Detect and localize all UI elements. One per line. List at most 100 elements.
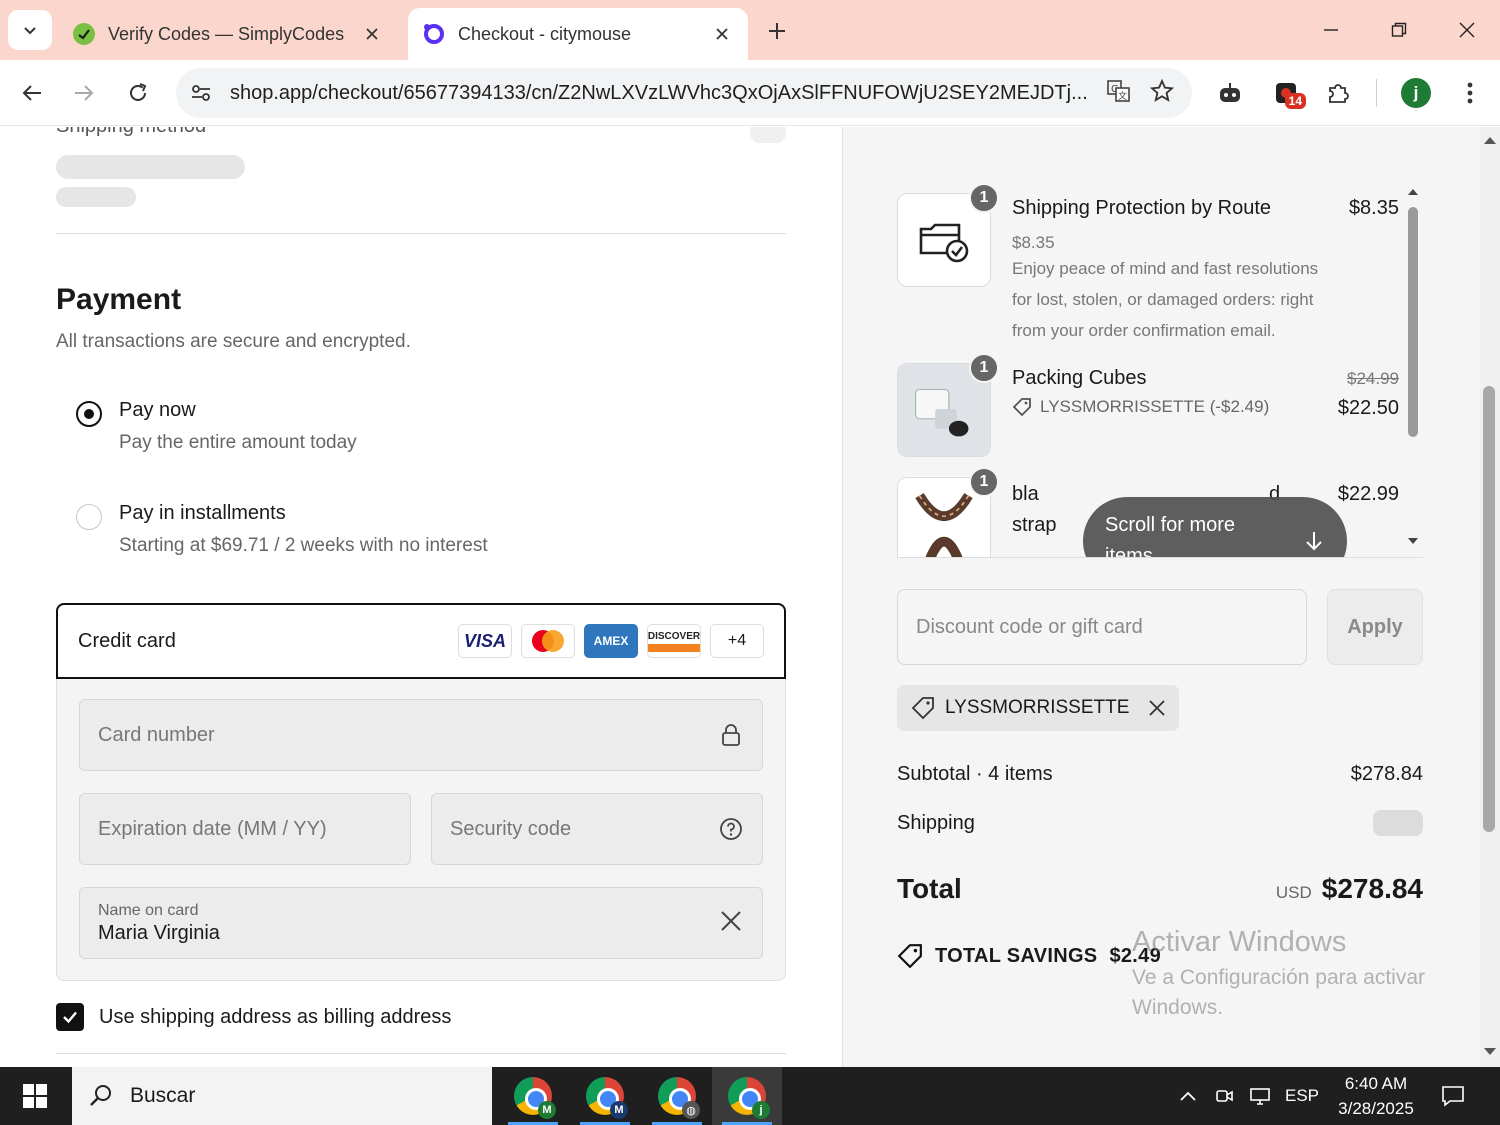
plus-icon	[769, 23, 785, 39]
shipping-row: Shipping	[897, 810, 1423, 836]
tray-network[interactable]	[1244, 1067, 1276, 1125]
chrome-icon: M	[586, 1077, 628, 1119]
chevron-down-icon	[24, 27, 36, 35]
shop-favicon-icon	[424, 24, 444, 44]
new-tab-button[interactable]	[760, 14, 794, 48]
reload-icon	[130, 83, 147, 101]
applied-code-text: LYSSMORRISSETTE	[945, 697, 1130, 718]
line-items-list[interactable]: 1 Shipping Protection by Route $8.35 $8.…	[897, 183, 1423, 557]
shipping-method-toggle[interactable]	[750, 127, 786, 143]
card-brands: VISA AMEX DISCOVER +4	[458, 624, 784, 658]
tab-title: Verify Codes — SimplyCodes	[108, 23, 345, 44]
discover-logo: DISCOVER	[647, 624, 701, 658]
arrow-left-icon	[22, 85, 41, 101]
bookmark-star-icon[interactable]	[1149, 78, 1175, 108]
line-item: 1 Shipping Protection by Route $8.35 $8.…	[897, 183, 1407, 353]
close-tab-icon[interactable]	[710, 22, 734, 46]
items-scrollbar-thumb[interactable]	[1408, 207, 1418, 437]
payment-title: Payment	[56, 283, 182, 316]
savings-label: TOTAL SAVINGS	[935, 944, 1098, 967]
taskbar-chrome-profile-m[interactable]: M	[498, 1067, 568, 1125]
notification-center-button[interactable]	[1430, 1067, 1476, 1125]
taskbar-chrome-profile-m2[interactable]: M	[570, 1067, 640, 1125]
browser-menu-button[interactable]	[1450, 73, 1490, 113]
page-scrollbar-thumb[interactable]	[1483, 386, 1495, 832]
scroll-up-icon[interactable]	[1406, 185, 1420, 197]
apply-button[interactable]: Apply	[1327, 589, 1423, 665]
item-price: $8.35	[1348, 197, 1399, 219]
package-protection-icon	[919, 223, 969, 263]
url-text[interactable]: shop.app/checkout/65677394133/cn/Z2NwLXV…	[230, 82, 1106, 105]
total-value: $278.84	[1321, 873, 1423, 904]
reload-button[interactable]	[118, 73, 158, 113]
shipping-method-heading: Shipping method	[56, 127, 206, 138]
back-button[interactable]	[12, 73, 52, 113]
total-value-group: USD $278.84	[1276, 873, 1423, 905]
tab-checkout[interactable]: Checkout - citymouse	[408, 8, 748, 60]
tray-overflow-button[interactable]	[1172, 1067, 1204, 1125]
loading-skeleton	[56, 155, 245, 179]
billing-checkbox[interactable]	[56, 1003, 84, 1031]
more-brands: +4	[710, 624, 764, 658]
billing-label: Use shipping address as billing address	[99, 1005, 452, 1028]
item-name-line2: strap	[1012, 514, 1057, 536]
tab-search-button[interactable]	[8, 10, 52, 50]
scroll-for-more-button[interactable]: Scroll for more items	[1083, 497, 1347, 557]
name-on-card-field[interactable]: Name on card Maria Virginia	[79, 887, 763, 959]
billing-address-checkbox-row[interactable]: Use shipping address as billing address	[56, 1003, 451, 1031]
subtotal-row: Subtotal · 4 items $278.84	[897, 763, 1423, 786]
taskbar-search[interactable]: Buscar	[72, 1067, 492, 1125]
security-code-field[interactable]: Security code	[431, 793, 763, 865]
scroll-down-icon[interactable]	[1480, 1045, 1500, 1059]
scroll-hint-text: Scroll for more items	[1105, 514, 1236, 557]
start-button[interactable]	[0, 1067, 70, 1125]
remove-code-icon[interactable]	[1149, 700, 1166, 716]
credit-card-label: Credit card	[78, 629, 176, 652]
quantity-badge: 1	[969, 353, 999, 383]
taskbar-clock[interactable]: 6:40 AM 3/28/2025	[1330, 1071, 1422, 1121]
savings-value: $2.49	[1109, 944, 1161, 967]
expiration-date-field[interactable]: Expiration date (MM / YY)	[79, 793, 411, 865]
clear-icon[interactable]	[720, 910, 742, 938]
tag-icon	[1012, 398, 1031, 417]
translate-icon[interactable]: G文	[1106, 78, 1132, 109]
close-window-button[interactable]	[1442, 10, 1492, 50]
amex-logo: AMEX	[584, 624, 638, 658]
pay-installments-radio[interactable]	[76, 504, 102, 530]
shipping-loading-skeleton	[1373, 810, 1423, 836]
windows-taskbar: Buscar M M ◍ j ESP 6:40 AM 3/28/2025	[0, 1067, 1500, 1125]
restore-button[interactable]	[1374, 10, 1424, 50]
chrome-icon: M	[514, 1077, 556, 1119]
notifications-extension-button[interactable]: 14	[1266, 73, 1306, 113]
profile-button[interactable]: j	[1396, 73, 1436, 113]
site-info-icon[interactable]	[188, 80, 214, 106]
item-discount-text: LYSSMORRISSETTE (-$2.49)	[1040, 397, 1270, 416]
extensions-button[interactable]	[1318, 73, 1358, 113]
scroll-up-icon[interactable]	[1480, 133, 1500, 147]
card-number-field[interactable]: Card number	[79, 699, 763, 771]
pay-now-radio[interactable]	[76, 401, 102, 427]
arrow-down-icon	[1306, 532, 1322, 551]
chrome-icon: j	[728, 1077, 770, 1119]
discount-placeholder: Discount code or gift card	[916, 615, 1143, 638]
tray-meet-now[interactable]	[1208, 1067, 1240, 1125]
pay-installments-option[interactable]: Pay in installments Starting at $69.71 /…	[76, 502, 488, 557]
help-circle-icon[interactable]	[718, 816, 744, 842]
discount-code-input[interactable]: Discount code or gift card	[897, 589, 1307, 665]
assistant-extension-button[interactable]	[1210, 73, 1250, 113]
taskbar-chrome-profile-3[interactable]: ◍	[642, 1067, 712, 1125]
minimize-button[interactable]	[1306, 10, 1356, 50]
close-tab-icon[interactable]	[360, 22, 384, 46]
taskbar-chrome-profile-j[interactable]: j	[712, 1067, 782, 1125]
total-savings: TOTAL SAVINGS $2.49	[897, 943, 1161, 969]
pay-now-option[interactable]: Pay now Pay the entire amount today	[76, 399, 357, 454]
tray-language[interactable]: ESP	[1282, 1067, 1322, 1125]
tab-simplycodes[interactable]: Verify Codes — SimplyCodes	[58, 8, 398, 60]
forward-button[interactable]	[64, 73, 104, 113]
address-bar[interactable]: shop.app/checkout/65677394133/cn/Z2NwLXV…	[176, 68, 1192, 118]
item-name-start: bla	[1012, 483, 1039, 505]
credit-card-option[interactable]: Credit card VISA AMEX DISCOVER +4	[56, 603, 786, 679]
discover-text: DISCOVER	[647, 630, 701, 642]
item-price: $22.99	[1337, 483, 1399, 505]
scroll-down-icon[interactable]	[1406, 535, 1420, 547]
